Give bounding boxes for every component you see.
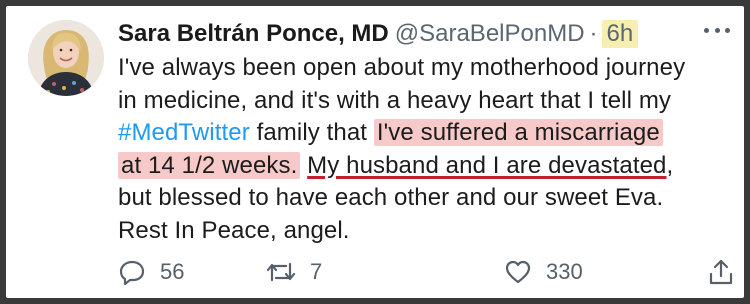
hashtag-link[interactable]: #MedTwitter [118,119,250,146]
tweet-text: I've always been open about my motherhoo… [118,52,738,247]
tweet-actions: 56 7 330 [118,258,738,286]
avatar[interactable] [28,20,104,96]
more-dot [725,27,730,33]
reply-icon [119,260,145,286]
retweet-button[interactable]: 7 [266,258,322,286]
more-dot [704,27,709,33]
like-button[interactable]: 330 [504,258,583,286]
tweet-line-2: in medicine, and it's with a heavy heart… [118,86,672,114]
tweet-header: Sara Beltrán Ponce, MD @SaraBelPonMD · 6… [118,19,639,49]
tweet-card: Sara Beltrán Ponce, MD @SaraBelPonMD · 6… [6,6,744,298]
tweet-line-6: Rest In Peace, angel. [118,216,350,244]
tweet-line-3: #MedTwitter family that I've suffered a … [118,117,738,150]
underlined-text: My husband and I are devastated [307,151,667,179]
share-icon [709,259,733,285]
share-button[interactable] [708,258,734,286]
author-name[interactable]: Sara Beltrán Ponce, MD [118,20,389,48]
tweet-text-segment: , [666,151,674,179]
more-options-icon[interactable] [704,23,730,37]
highlighted-text: I've suffered a miscarriage [373,119,663,146]
tweet-line-4: at 14 1/2 weeks. My husband and I are de… [118,150,738,183]
tweet-text-segment: family that [249,119,374,146]
reply-button[interactable]: 56 [118,258,184,286]
like-count: 330 [546,259,583,284]
tweet-line-1: I've always been open about my motherhoo… [118,54,686,81]
avatar-photo [28,20,104,96]
retweet-count: 7 [310,259,323,284]
more-dot [714,27,720,33]
tweet-timestamp[interactable]: 6h [601,20,639,48]
tweet-line-5: but blessed to have each other and our s… [118,184,664,211]
highlighted-text: at 14 1/2 weeks. [118,151,301,179]
heart-icon [505,260,531,284]
author-handle[interactable]: @SaraBelPonMD [395,20,585,48]
retweet-icon [266,262,296,282]
reply-count: 56 [160,259,185,284]
header-separator: · [589,20,598,47]
